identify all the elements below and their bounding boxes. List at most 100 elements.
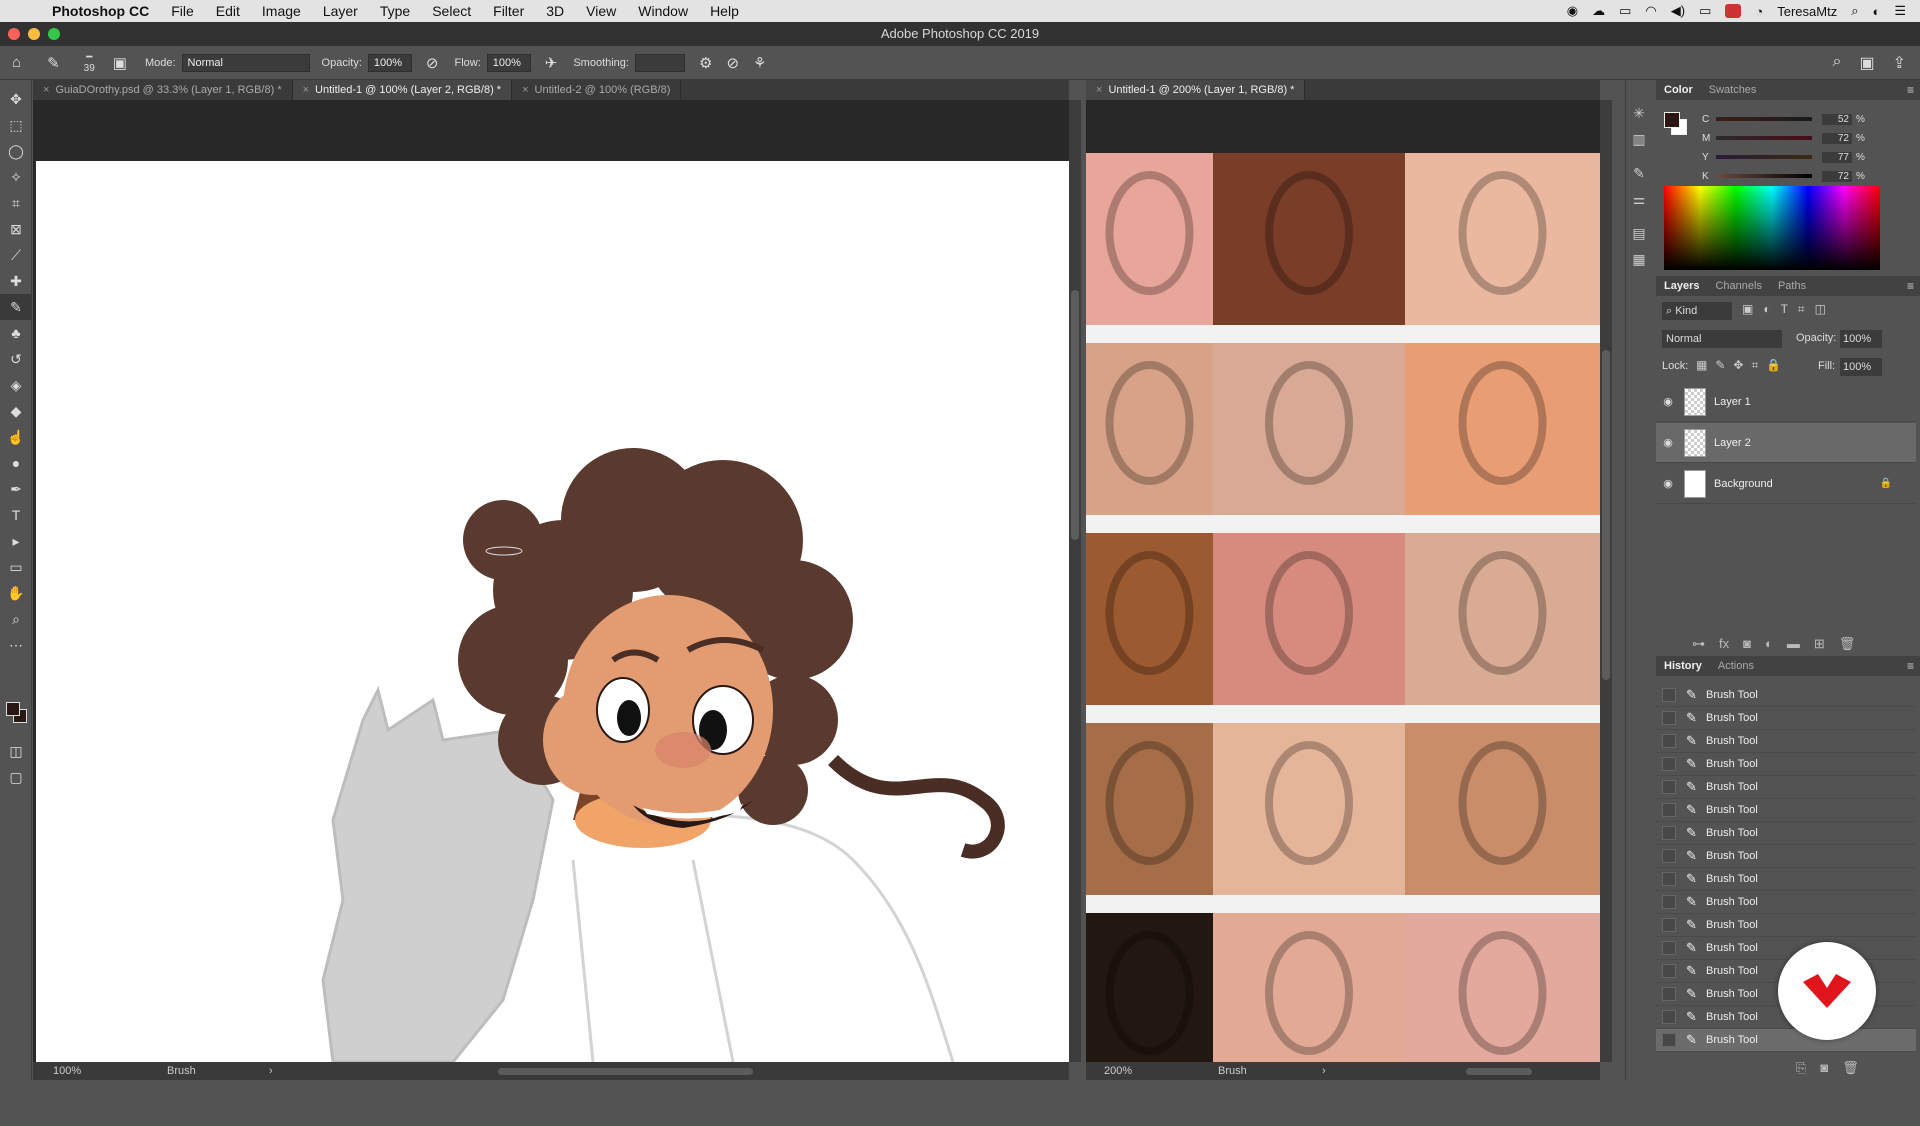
airbrush-icon[interactable]: ✈ <box>545 54 558 72</box>
move-tool-icon[interactable]: ✥ <box>0 86 32 112</box>
share-icon[interactable]: ⇪ <box>1893 53 1906 73</box>
panel-menu-icon[interactable]: ≡ <box>1907 279 1914 293</box>
menu-file[interactable]: File <box>171 3 194 19</box>
dodge-tool-icon[interactable]: ● <box>0 450 32 476</box>
mode-dropdown[interactable]: Normal <box>181 53 310 72</box>
history-state-checkbox[interactable] <box>1662 780 1676 794</box>
floating-logo-button[interactable] <box>1778 942 1876 1040</box>
layer-name[interactable]: Layer 1 <box>1714 396 1751 408</box>
record-icon[interactable]: ◉ <box>1567 3 1578 19</box>
brush-preset-picker[interactable]: ━ 39 <box>84 52 95 74</box>
history-item[interactable]: ✎ Brush Tool <box>1656 730 1916 753</box>
visibility-eye-icon[interactable]: ◉ <box>1656 477 1680 490</box>
status-menu-arrow-icon[interactable]: › <box>269 1062 273 1080</box>
magic-wand-tool-icon[interactable]: ✧ <box>0 164 32 190</box>
history-state-checkbox[interactable] <box>1662 987 1676 1001</box>
opacity-field[interactable]: 100% <box>367 53 412 72</box>
horizontal-scroll-thumb[interactable] <box>1466 1068 1532 1075</box>
visibility-eye-icon[interactable]: ◉ <box>1656 436 1680 449</box>
symmetry-icon[interactable]: ⚘ <box>753 54 766 72</box>
magenta-slider[interactable] <box>1716 136 1812 140</box>
tab-actions[interactable]: Actions <box>1710 660 1762 672</box>
menu-window[interactable]: Window <box>638 3 688 19</box>
close-tab-icon[interactable]: × <box>303 84 309 96</box>
snapshot-icon[interactable]: ◙ <box>1820 1060 1828 1076</box>
home-icon[interactable]: ⌂ <box>12 54 21 71</box>
history-state-checkbox[interactable] <box>1662 826 1676 840</box>
layer-row-layer-1[interactable]: ◉ Layer 1 <box>1656 382 1916 422</box>
close-tab-icon[interactable]: × <box>43 84 49 96</box>
notes-icon[interactable]: ▦ <box>1626 246 1652 272</box>
layer-name[interactable]: Background <box>1714 478 1773 490</box>
color-swatches[interactable] <box>6 702 28 724</box>
quick-mask-icon[interactable]: ◫ <box>0 738 32 764</box>
cyan-slider-row[interactable]: C 52% <box>1702 110 1865 128</box>
layer-name[interactable]: Layer 2 <box>1714 437 1751 449</box>
history-item[interactable]: ✎ Brush Tool <box>1656 914 1916 937</box>
volume-icon[interactable]: ◀) <box>1671 3 1685 19</box>
layer-opacity-field[interactable]: 100% <box>1840 330 1882 348</box>
zoom-window-button[interactable] <box>48 28 60 40</box>
skin-tone-reference-image[interactable] <box>1086 100 1600 1062</box>
libraries-icon[interactable]: ▤ <box>1626 220 1652 246</box>
panel-menu-icon[interactable]: ≡ <box>1907 83 1914 97</box>
histogram-icon[interactable]: ▥ <box>1626 126 1652 152</box>
tab-color[interactable]: Color <box>1656 84 1701 96</box>
history-state-checkbox[interactable] <box>1662 941 1676 955</box>
flag-icon[interactable] <box>1725 4 1742 18</box>
workspace-icon[interactable]: ▣ <box>1859 53 1874 73</box>
layer-row-layer-2[interactable]: ◉ Layer 2 <box>1656 423 1916 463</box>
smudge-tool-icon[interactable]: ☝ <box>0 424 32 450</box>
eyedropper-tool-icon[interactable]: ⟋ <box>0 242 32 268</box>
siri-icon[interactable]: ◐ <box>1872 4 1880 19</box>
foreground-color[interactable] <box>6 702 20 716</box>
cyan-slider[interactable] <box>1716 117 1812 121</box>
tab-paths[interactable]: Paths <box>1770 280 1814 292</box>
blend-mode-dropdown[interactable]: Normal <box>1662 330 1782 348</box>
history-item[interactable]: ✎ Brush Tool <box>1656 753 1916 776</box>
clone-stamp-tool-icon[interactable]: ♣ <box>0 320 32 346</box>
black-value[interactable]: 72 <box>1822 170 1852 182</box>
adjustment-layer-icon[interactable]: ◐ <box>1765 636 1773 652</box>
layer-row-background[interactable]: ◉ Background 🔒 <box>1656 464 1916 504</box>
menu-layer[interactable]: Layer <box>323 3 358 19</box>
lasso-tool-icon[interactable]: ◯ <box>0 138 32 164</box>
adjustments-icon[interactable]: ✳ <box>1626 100 1652 126</box>
history-state-checkbox[interactable] <box>1662 918 1676 932</box>
delete-layer-icon[interactable]: 🗑 <box>1839 636 1856 652</box>
marquee-tool-icon[interactable]: ⬚ <box>0 112 32 138</box>
history-state-checkbox[interactable] <box>1662 734 1676 748</box>
search-icon[interactable]: ⌕ <box>1833 53 1842 73</box>
magenta-value[interactable]: 72 <box>1822 132 1852 144</box>
left-zoom-level[interactable]: 100% <box>53 1062 81 1080</box>
creative-cloud-icon[interactable]: ☁ <box>1592 3 1605 19</box>
add-mask-icon[interactable]: ◙ <box>1743 636 1751 652</box>
hand-tool-icon[interactable]: ✋ <box>0 580 32 606</box>
history-item[interactable]: ✎ Brush Tool <box>1656 868 1916 891</box>
history-item[interactable]: ✎ Brush Tool <box>1656 707 1916 730</box>
right-zoom-level[interactable]: 200% <box>1104 1062 1132 1080</box>
tab-history[interactable]: History <box>1656 660 1710 672</box>
illustration-canvas[interactable] <box>33 100 1069 1062</box>
rectangle-tool-icon[interactable]: ▭ <box>0 554 32 580</box>
scroll-thumb[interactable] <box>1071 290 1079 540</box>
close-tab-icon[interactable]: × <box>1096 84 1102 96</box>
paint-bucket-tool-icon[interactable]: ◆ <box>0 398 32 424</box>
airplay-icon[interactable]: ▭ <box>1619 3 1631 19</box>
screen-mode-icon[interactable]: ▢ <box>0 764 32 790</box>
history-item[interactable]: ✎ Brush Tool <box>1656 684 1916 707</box>
doc-tab-guiadorothy[interactable]: × GuiaDOrothy.psd @ 33.3% (Layer 1, RGB/8… <box>33 80 293 100</box>
yellow-slider[interactable] <box>1716 155 1812 159</box>
close-window-button[interactable] <box>8 28 20 40</box>
history-state-checkbox[interactable] <box>1662 895 1676 909</box>
yellow-value[interactable]: 77 <box>1822 151 1852 163</box>
doc-tab-untitled-1-200[interactable]: × Untitled-1 @ 200% (Layer 1, RGB/8) * <box>1086 80 1306 100</box>
menu-image[interactable]: Image <box>262 3 301 19</box>
zoom-tool-icon[interactable]: ⌕ <box>0 606 32 632</box>
brush-settings-icon[interactable]: ▣ <box>113 54 127 72</box>
minimize-window-button[interactable] <box>28 28 40 40</box>
history-item[interactable]: ✎ Brush Tool <box>1656 822 1916 845</box>
pressure-size-icon[interactable]: ⊘ <box>726 54 739 72</box>
menu-filter[interactable]: Filter <box>493 3 524 19</box>
flow-field[interactable]: 100% <box>486 53 531 72</box>
